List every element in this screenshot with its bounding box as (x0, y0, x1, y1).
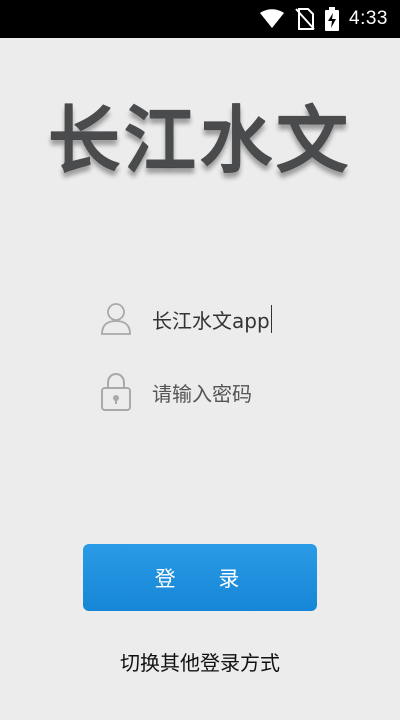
wifi-icon (260, 9, 285, 28)
username-field[interactable]: 长江水文app (100, 299, 340, 339)
text-cursor (270, 305, 272, 333)
no-sim-icon (295, 8, 315, 30)
lock-icon (100, 372, 134, 412)
user-icon (100, 299, 134, 339)
app-logo: 长江水文 (47, 98, 352, 182)
status-time: 4:33 (349, 8, 388, 29)
password-input[interactable]: 请输入密码 (152, 378, 252, 407)
status-icons: 4:33 (259, 0, 388, 38)
username-input[interactable]: 长江水文app (152, 305, 272, 334)
battery-charging-icon (325, 7, 340, 31)
username-value: 长江水文app (152, 308, 270, 333)
switch-login-method-link[interactable]: 切换其他登录方式 (0, 647, 400, 676)
status-bar: 4:33 (0, 0, 400, 38)
password-field[interactable]: 请输入密码 (100, 372, 340, 412)
login-button[interactable]: 登 录 (83, 544, 317, 611)
